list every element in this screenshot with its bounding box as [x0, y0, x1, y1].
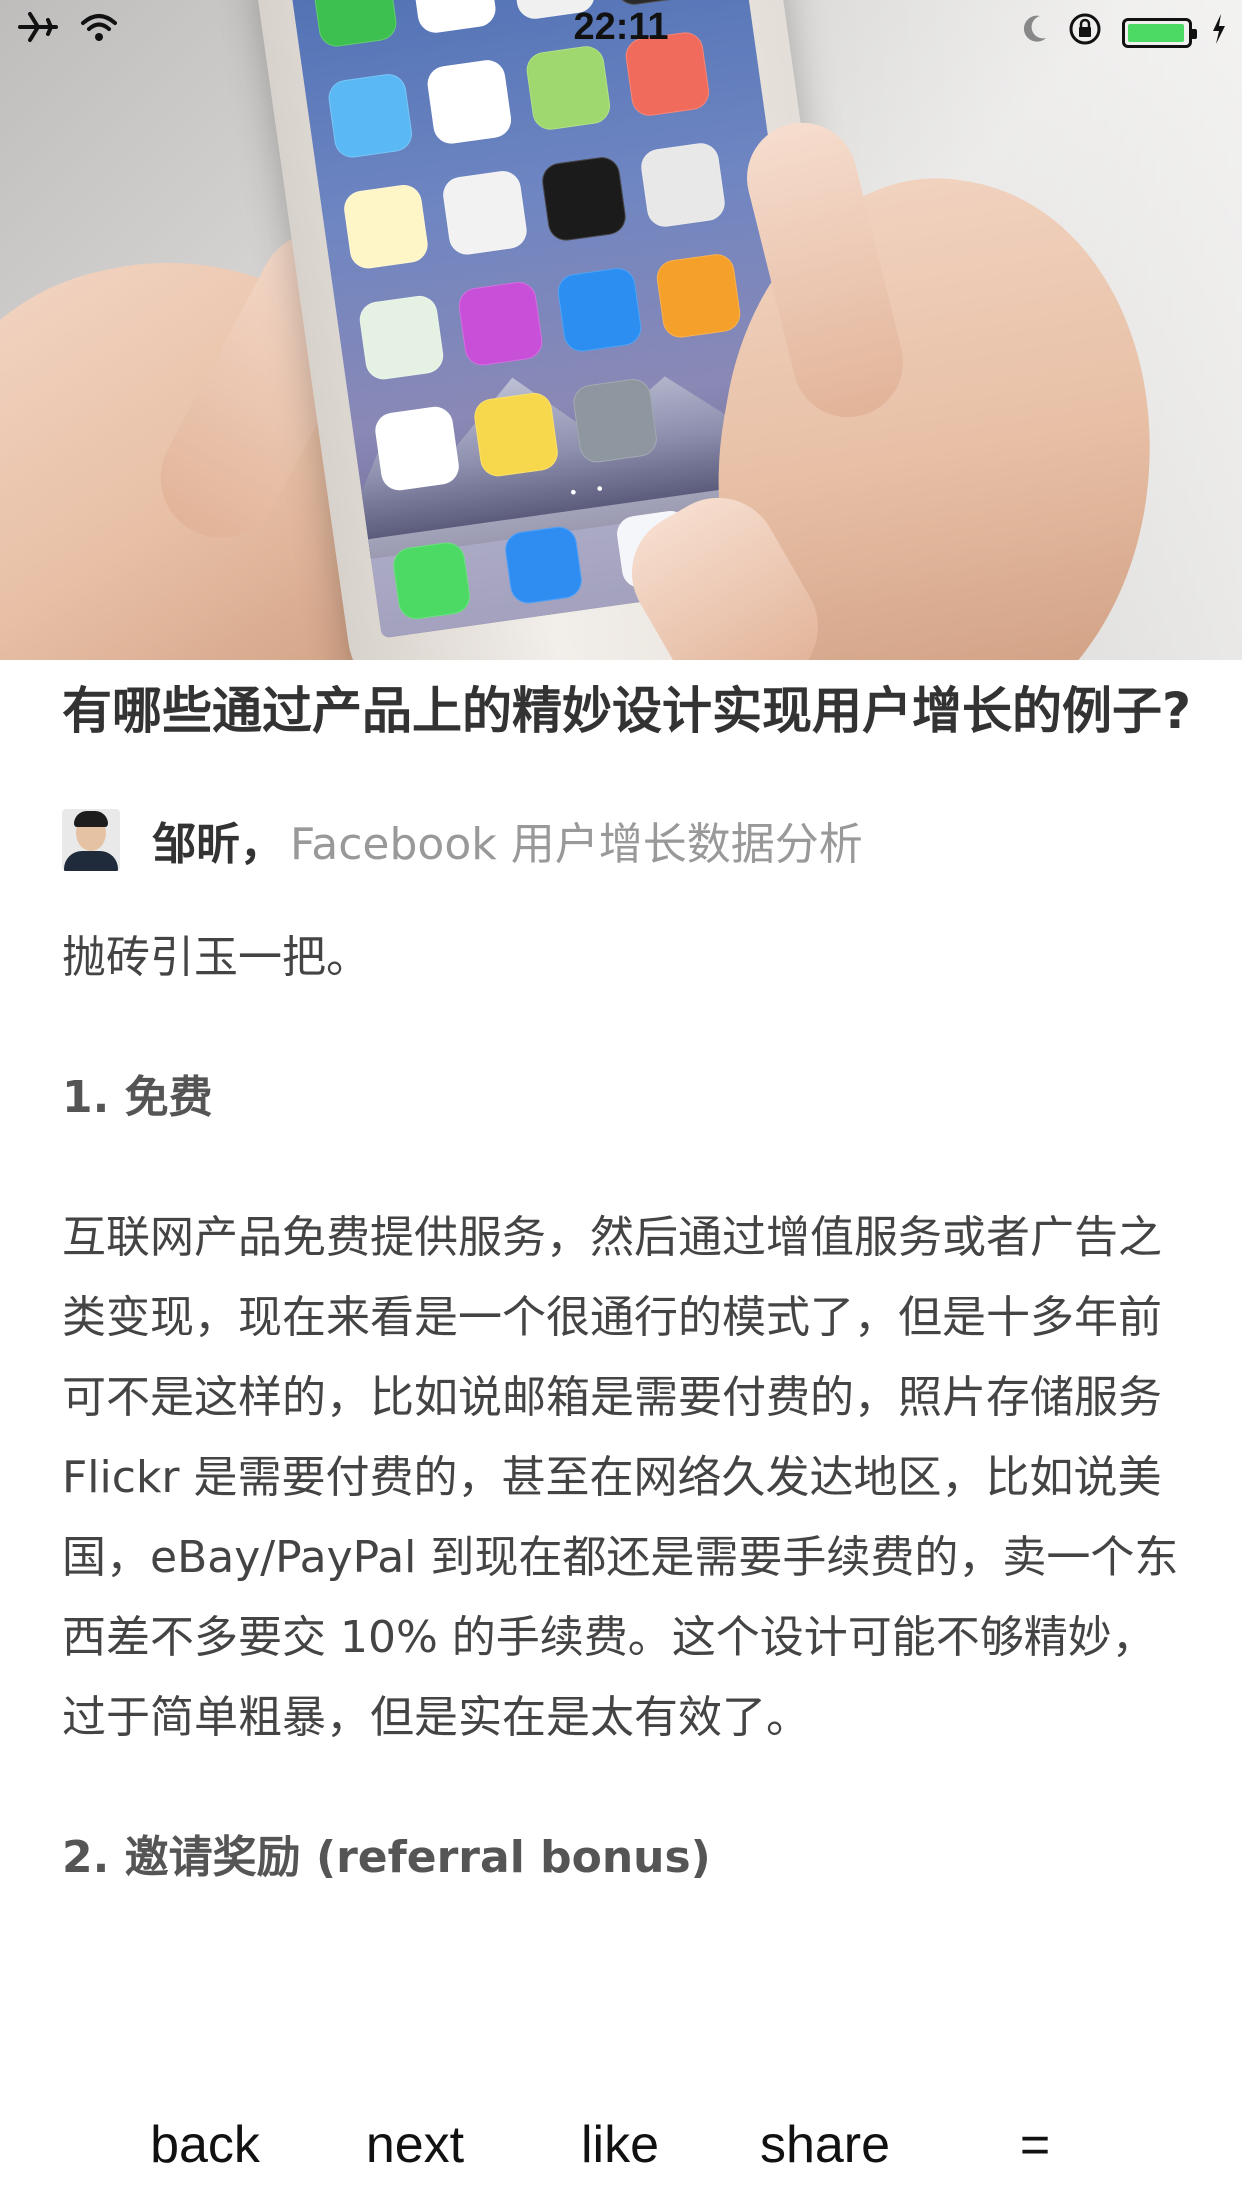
- bottom-toolbar: back next like share =: [0, 2100, 1242, 2190]
- status-bar-right: [1020, 12, 1226, 54]
- battery-icon: [1122, 18, 1197, 48]
- battery-level: [1128, 24, 1184, 42]
- app-icon: [341, 182, 430, 271]
- app-icon: [638, 140, 728, 230]
- app-icon: [440, 168, 529, 257]
- phone-app-icon: [390, 540, 472, 622]
- moon-icon: [1020, 14, 1048, 52]
- section-body-free: 互联网产品免费提供服务，然后通过增值服务或者广告之类变现，现在来看是一个很通行的…: [62, 1212, 1179, 1743]
- app-icon-grid: [310, 0, 790, 493]
- app-icon: [373, 404, 462, 493]
- author-row[interactable]: 邹昕 ， Facebook 用户增长数据分析: [62, 808, 1192, 872]
- app-icon: [326, 71, 415, 160]
- avatar-hair: [74, 811, 108, 827]
- app-icon: [654, 251, 743, 340]
- app-icon: [357, 293, 446, 382]
- avatar[interactable]: [62, 809, 120, 871]
- next-button[interactable]: next: [340, 2100, 490, 2190]
- author-separator: ，: [240, 819, 284, 870]
- app-icon: [472, 390, 561, 479]
- rotation-lock-icon: [1068, 12, 1102, 54]
- author-bio: Facebook 用户增长数据分析: [290, 819, 863, 870]
- author-name[interactable]: 邹昕: [152, 808, 240, 872]
- question-title: 有哪些通过产品上的精妙设计实现用户增长的例子?: [62, 682, 1192, 740]
- article-content: 有哪些通过产品上的精妙设计实现用户增长的例子? 邹昕 ， Facebook 用户…: [62, 672, 1192, 1898]
- avatar-suit: [64, 851, 118, 871]
- section-heading-free: 1. 免费: [62, 1072, 213, 1123]
- answer-intro: 抛砖引玉一把。: [62, 932, 370, 983]
- hero-image: • •: [0, 0, 1242, 660]
- mail-app-icon: [502, 524, 584, 606]
- app-icon: [425, 57, 514, 146]
- charging-bolt-icon: [1212, 14, 1226, 52]
- app-icon: [539, 154, 628, 243]
- section-heading-referral: 2. 邀请奖励 (referral bonus): [62, 1832, 711, 1883]
- status-bar: 22:11: [0, 0, 1242, 60]
- share-button[interactable]: share: [740, 2100, 910, 2190]
- like-button[interactable]: like: [560, 2100, 680, 2190]
- app-icon: [571, 376, 660, 465]
- app-icon: [456, 279, 545, 368]
- back-button[interactable]: back: [130, 2100, 280, 2190]
- menu-button[interactable]: =: [990, 2100, 1080, 2190]
- app-icon: [555, 265, 644, 354]
